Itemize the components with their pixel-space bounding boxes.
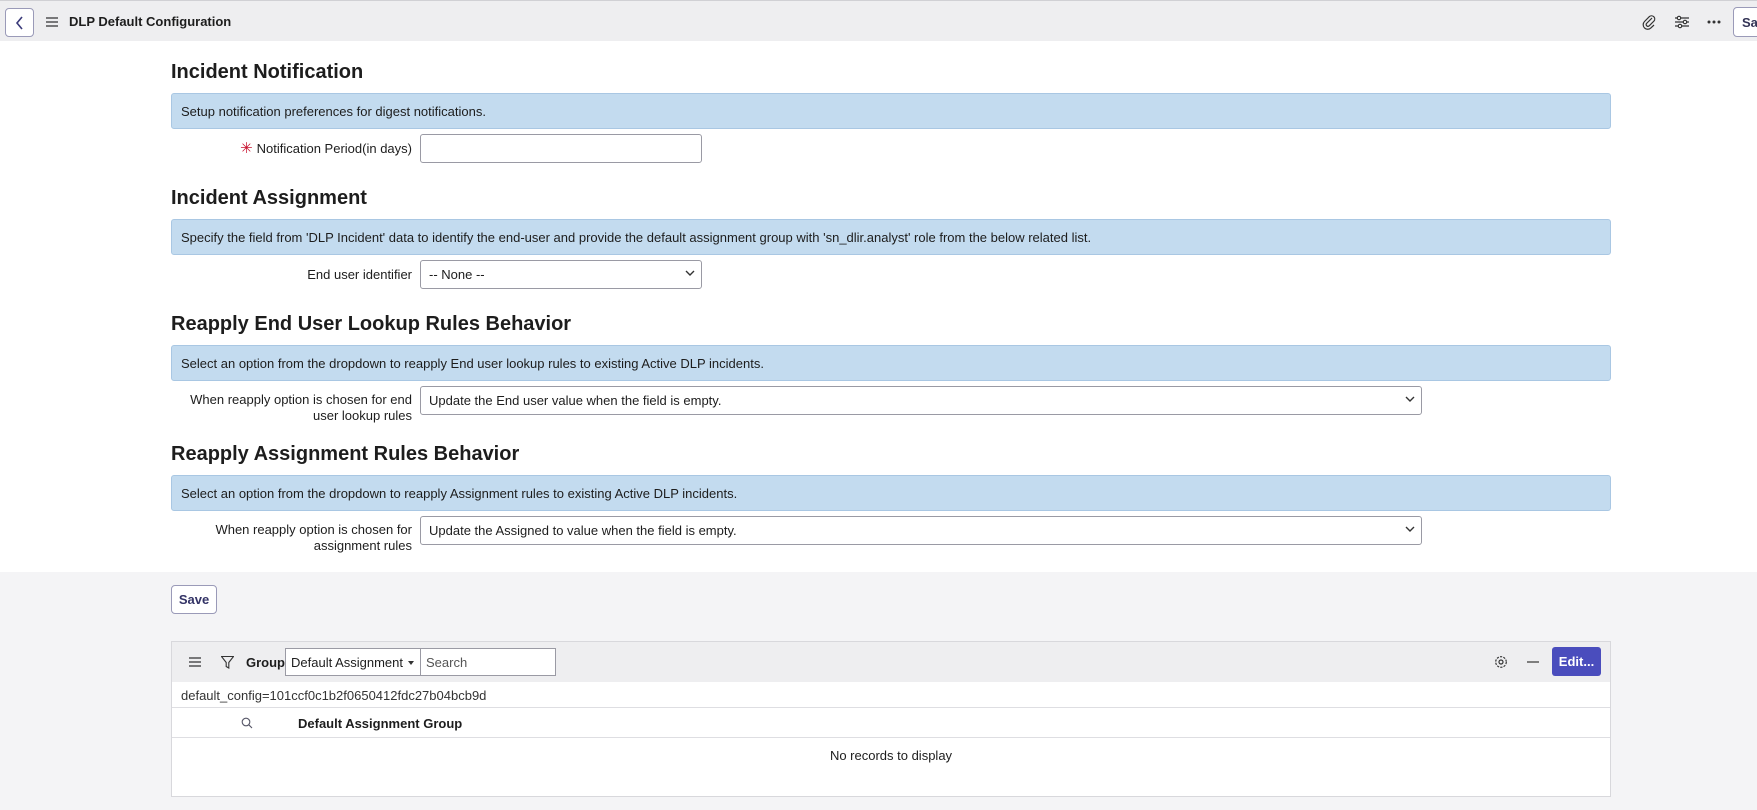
search-input[interactable]	[420, 648, 556, 676]
related-list-toolbar: Group Default Assignment Edit...	[172, 642, 1610, 682]
group-select-value: Default Assignment	[291, 655, 404, 670]
filter-breadcrumb[interactable]: default_config=101ccf0c1b2f0650412fdc27b…	[172, 682, 1610, 708]
chevron-down-icon	[1405, 526, 1415, 532]
more-options-button[interactable]	[1704, 12, 1724, 32]
paperclip-icon	[1642, 15, 1656, 30]
info-message: Select an option from the dropdown to re…	[171, 345, 1611, 381]
section-title-reapply-assignment: Reapply Assignment Rules Behavior	[171, 443, 520, 465]
save-button[interactable]: Save	[171, 585, 217, 614]
info-message: Setup notification preferences for diges…	[171, 93, 1611, 129]
list-menu-button[interactable]	[188, 654, 202, 670]
notification-period-input[interactable]	[420, 134, 702, 163]
reapply-lookup-select[interactable]: Update the End user value when the field…	[420, 386, 1422, 415]
info-message: Specify the field from 'DLP Incident' da…	[171, 219, 1611, 255]
table-header: Default Assignment Group	[172, 708, 1610, 738]
reapply-assignment-label: When reapply option is chosen for assign…	[215, 522, 412, 553]
column-header-default-assignment-group[interactable]: Default Assignment Group	[298, 716, 462, 731]
more-icon	[1707, 20, 1721, 24]
section-title-reapply-lookup: Reapply End User Lookup Rules Behavior	[171, 313, 572, 335]
back-button[interactable]	[5, 8, 34, 37]
reapply-assignment-value: Update the Assigned to value when the fi…	[429, 523, 737, 538]
section-title-incident-assignment: Incident Assignment	[171, 187, 367, 209]
end-user-identifier-value: -- None --	[429, 267, 485, 282]
chevron-down-icon	[1405, 396, 1415, 402]
reapply-lookup-label: When reapply option is chosen for end us…	[190, 392, 412, 423]
attachment-button[interactable]	[1639, 12, 1659, 32]
minus-icon	[1527, 661, 1539, 663]
header-bar: DLP Default Configuration Sav	[0, 0, 1757, 41]
column-search-button[interactable]	[240, 716, 254, 730]
notification-period-label-text: Notification Period(in days)	[256, 141, 412, 156]
gear-icon	[1495, 656, 1507, 668]
edit-button[interactable]: Edit...	[1552, 647, 1601, 676]
group-label: Group	[246, 655, 285, 670]
header-save-button[interactable]: Sav	[1733, 7, 1757, 37]
caret-down-icon	[408, 661, 414, 665]
hamburger-icon	[189, 657, 201, 667]
menu-button[interactable]	[44, 12, 60, 32]
personalize-button[interactable]	[1672, 12, 1692, 32]
end-user-identifier-label: End user identifier	[307, 267, 412, 282]
reapply-lookup-value: Update the End user value when the field…	[429, 393, 722, 408]
end-user-identifier-select[interactable]: -- None --	[420, 260, 702, 289]
notification-period-label: ✳ Notification Period(in days)	[172, 141, 412, 157]
filter-button[interactable]	[220, 654, 234, 670]
section-title-incident-notification: Incident Notification	[171, 61, 364, 83]
required-icon: ✳	[240, 140, 253, 157]
chevron-left-icon	[15, 15, 23, 30]
search-icon	[241, 717, 253, 729]
related-list: Group Default Assignment Edit... default…	[171, 641, 1611, 797]
list-settings-button[interactable]	[1493, 654, 1509, 670]
reapply-assignment-select[interactable]: Update the Assigned to value when the fi…	[420, 516, 1422, 545]
group-select[interactable]: Default Assignment	[285, 648, 421, 676]
empty-state: No records to display	[829, 748, 953, 763]
sliders-icon	[1675, 15, 1689, 29]
chevron-down-icon	[685, 270, 695, 276]
filter-icon	[220, 655, 234, 669]
info-message: Select an option from the dropdown to re…	[171, 475, 1611, 511]
page-title: DLP Default Configuration	[69, 14, 232, 29]
hamburger-icon	[46, 17, 58, 27]
collapse-button[interactable]	[1525, 654, 1541, 670]
